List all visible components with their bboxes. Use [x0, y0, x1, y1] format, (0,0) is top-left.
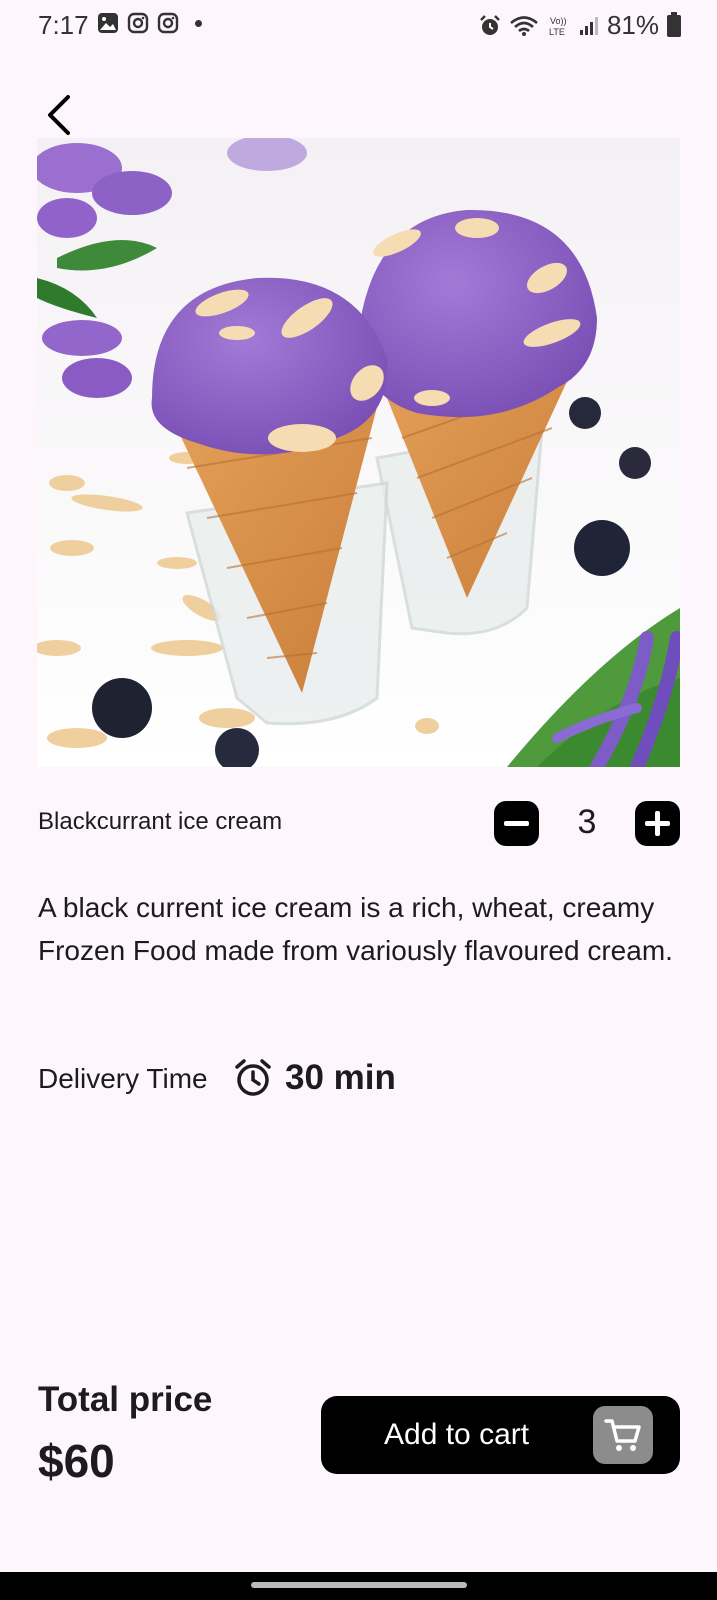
instagram-icon: [127, 12, 149, 34]
total-price-value: $60: [38, 1435, 115, 1487]
delivery-time-label: Delivery Time: [38, 1063, 208, 1094]
wifi-icon: [510, 15, 538, 36]
delivery-time-value: 30 min: [285, 1058, 396, 1097]
quantity-value: 3: [577, 803, 597, 841]
system-nav-bar: [0, 1572, 717, 1600]
status-bar: 7:17 Vo)) LTE 81%: [0, 0, 717, 50]
status-left-icons: [97, 12, 202, 34]
product-name: Blackcurrant ice cream: [38, 808, 283, 835]
signal-icon: [579, 16, 598, 35]
increase-quantity-button[interactable]: [635, 801, 680, 846]
home-gesture-handle[interactable]: [251, 1582, 467, 1588]
volte-icon: Vo)) LTE: [549, 16, 567, 37]
gallery-icon: [98, 13, 118, 33]
add-to-cart-button[interactable]: Add to cart: [321, 1396, 680, 1474]
instagram-icon: [157, 12, 179, 34]
battery-icon: [667, 11, 681, 37]
status-right: Vo)) LTE 81%: [479, 10, 681, 41]
total-price-label: Total price: [38, 1380, 213, 1419]
chevron-left-icon: [48, 95, 70, 135]
notification-dot-icon: [195, 19, 202, 27]
svg-text:LTE: LTE: [549, 27, 565, 37]
add-to-cart-label: Add to cart: [384, 1418, 530, 1451]
product-image: [37, 138, 680, 767]
status-time: 7:17: [38, 10, 89, 40]
back-button[interactable]: [40, 92, 80, 138]
alarm-clock-icon: [235, 1059, 271, 1096]
svg-text:Vo)): Vo)): [550, 16, 567, 26]
cart-icon: [593, 1406, 653, 1464]
decrease-quantity-button[interactable]: [494, 801, 539, 846]
alarm-icon: [480, 14, 500, 35]
product-description: A black current ice cream is a rich, whe…: [38, 892, 673, 966]
battery-percent: 81%: [606, 10, 659, 40]
